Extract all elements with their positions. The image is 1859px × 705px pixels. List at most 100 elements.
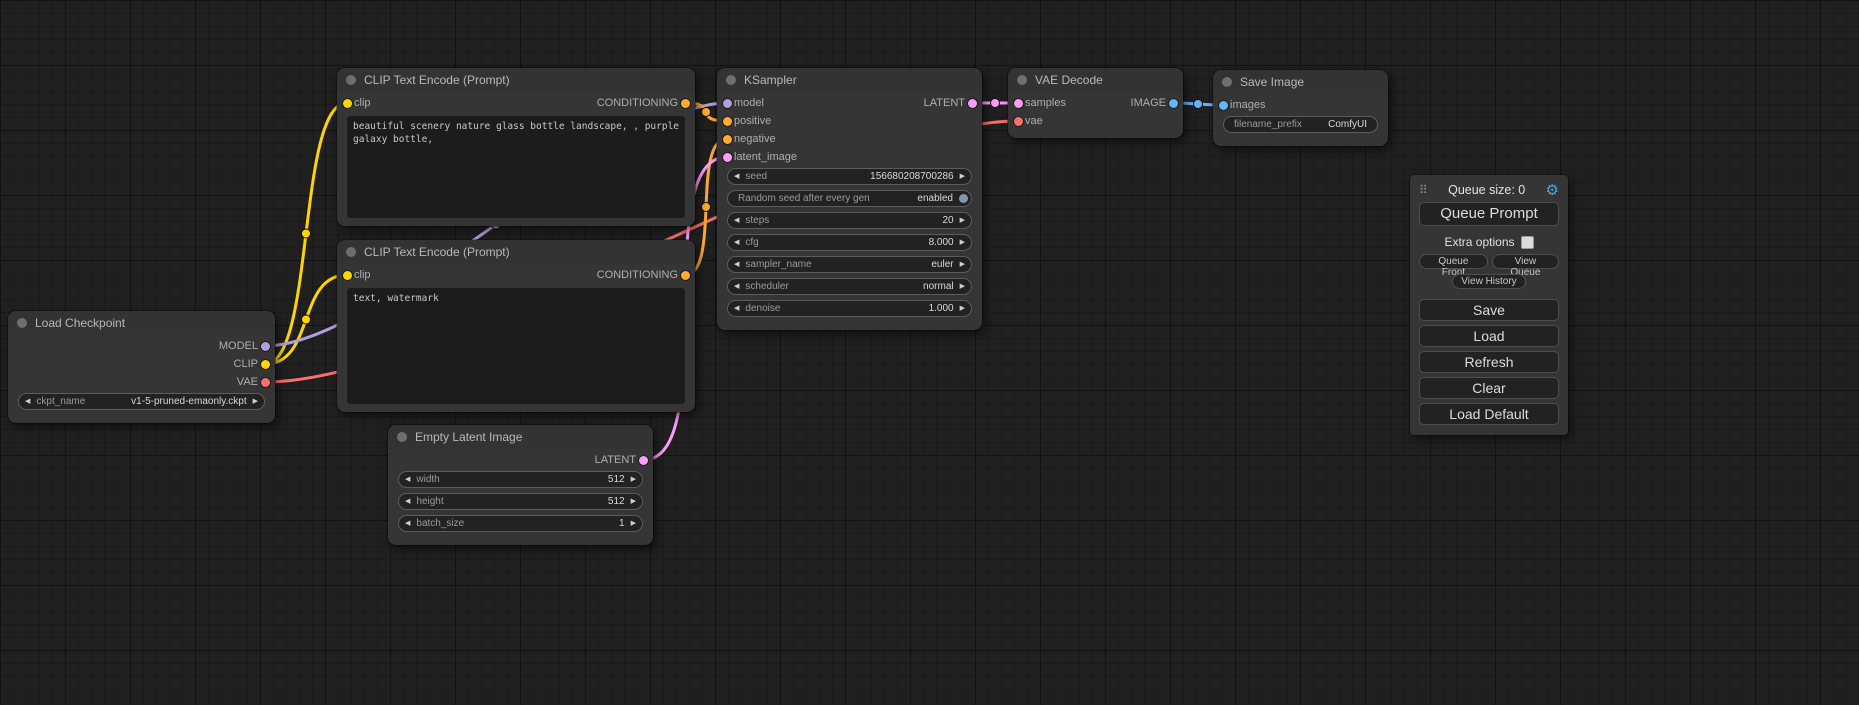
denoise-widget[interactable]: ◀ denoise 1.000 ▶	[727, 300, 972, 317]
node-ksampler[interactable]: KSampler model LATENT positive negative …	[717, 68, 982, 330]
right-arrow-icon[interactable]: ▶	[625, 472, 642, 487]
left-arrow-icon[interactable]: ◀	[399, 494, 416, 509]
collapse-icon[interactable]	[1017, 75, 1027, 85]
left-arrow-icon[interactable]: ◀	[399, 516, 416, 531]
width-widget[interactable]: ◀ width 512 ▶	[398, 471, 643, 488]
slot-row: latent_image	[717, 148, 982, 166]
widget-label: batch_size	[416, 518, 464, 529]
drag-handle-icon[interactable]: ⠿	[1419, 183, 1428, 197]
collapse-icon[interactable]	[17, 318, 27, 328]
negative-input-port[interactable]	[723, 135, 732, 144]
save-button[interactable]: Save	[1419, 299, 1559, 321]
left-arrow-icon[interactable]: ◀	[19, 394, 36, 409]
conditioning-output-port[interactable]	[681, 271, 690, 280]
node-graph-canvas[interactable]: Load Checkpoint MODEL CLIP VAE ◀ ckpt_na…	[0, 0, 1859, 705]
node-title: VAE Decode	[1035, 73, 1103, 87]
clip-output-port[interactable]	[261, 360, 270, 369]
node-empty-latent-image[interactable]: Empty Latent Image LATENT ◀ width 512 ▶ …	[388, 425, 653, 545]
clip-input-port[interactable]	[343, 271, 352, 280]
right-arrow-icon[interactable]: ▶	[954, 301, 971, 316]
images-input-port[interactable]	[1219, 101, 1228, 110]
slot-row: vae	[1008, 112, 1183, 130]
view-history-button[interactable]: View History	[1452, 274, 1525, 289]
left-arrow-icon[interactable]: ◀	[728, 301, 745, 316]
slot-row: negative	[717, 130, 982, 148]
right-arrow-icon[interactable]: ▶	[625, 516, 642, 531]
widget-label: scheduler	[745, 281, 788, 292]
collapse-icon[interactable]	[1222, 77, 1232, 87]
node-vae-decode[interactable]: VAE Decode samples IMAGE vae	[1008, 68, 1183, 138]
input-label: positive	[734, 115, 771, 127]
scheduler-widget[interactable]: ◀ scheduler normal ▶	[727, 278, 972, 295]
widget-value: ComfyUI	[1328, 119, 1367, 130]
random-seed-toggle-widget[interactable]: Random seed after every gen enabled	[727, 190, 972, 207]
queue-prompt-button[interactable]: Queue Prompt	[1419, 202, 1559, 226]
right-arrow-icon[interactable]: ▶	[954, 279, 971, 294]
collapse-icon[interactable]	[346, 75, 356, 85]
left-arrow-icon[interactable]: ◀	[728, 169, 745, 184]
latent-output-port[interactable]	[968, 99, 977, 108]
right-arrow-icon[interactable]: ▶	[247, 394, 264, 409]
sampler-name-widget[interactable]: ◀ sampler_name euler ▶	[727, 256, 972, 273]
output-label: VAE	[237, 376, 258, 388]
left-arrow-icon[interactable]: ◀	[728, 213, 745, 228]
negative-prompt-textarea[interactable]: text, watermark	[347, 288, 685, 404]
positive-prompt-textarea[interactable]: beautiful scenery nature glass bottle la…	[347, 116, 685, 218]
left-arrow-icon[interactable]: ◀	[728, 279, 745, 294]
model-input-port[interactable]	[723, 99, 732, 108]
filename-prefix-widget[interactable]: filename_prefix ComfyUI	[1223, 116, 1378, 133]
right-arrow-icon[interactable]: ▶	[954, 235, 971, 250]
load-default-button[interactable]: Load Default	[1419, 403, 1559, 425]
collapse-icon[interactable]	[346, 247, 356, 257]
latent-image-input-port[interactable]	[723, 153, 732, 162]
output-label: IMAGE	[1131, 97, 1166, 109]
vae-output-port[interactable]	[261, 378, 270, 387]
batch-size-widget[interactable]: ◀ batch_size 1 ▶	[398, 515, 643, 532]
widget-label: ckpt_name	[36, 396, 85, 407]
positive-input-port[interactable]	[723, 117, 732, 126]
view-queue-button[interactable]: View Queue	[1492, 254, 1559, 269]
model-output-port[interactable]	[261, 342, 270, 351]
queue-front-button[interactable]: Queue Front	[1419, 254, 1488, 269]
node-title: CLIP Text Encode (Prompt)	[364, 245, 510, 259]
cfg-widget[interactable]: ◀ cfg 8.000 ▶	[727, 234, 972, 251]
widget-label: height	[416, 496, 443, 507]
refresh-button[interactable]: Refresh	[1419, 351, 1559, 373]
vae-input-port[interactable]	[1014, 117, 1023, 126]
right-arrow-icon[interactable]: ▶	[954, 169, 971, 184]
left-arrow-icon[interactable]: ◀	[399, 472, 416, 487]
widget-label: steps	[745, 215, 769, 226]
conditioning-output-port[interactable]	[681, 99, 690, 108]
node-load-checkpoint[interactable]: Load Checkpoint MODEL CLIP VAE ◀ ckpt_na…	[8, 311, 275, 423]
toggle-knob-icon[interactable]	[959, 194, 968, 203]
clip-input-port[interactable]	[343, 99, 352, 108]
clear-button[interactable]: Clear	[1419, 377, 1559, 399]
image-output-port[interactable]	[1169, 99, 1178, 108]
height-widget[interactable]: ◀ height 512 ▶	[398, 493, 643, 510]
output-label: CONDITIONING	[597, 269, 678, 281]
extra-options-checkbox[interactable]	[1521, 236, 1534, 249]
widget-value: 512	[608, 496, 625, 507]
left-arrow-icon[interactable]: ◀	[728, 235, 745, 250]
settings-gear-icon[interactable]: ⚙	[1546, 181, 1559, 199]
node-save-image[interactable]: Save Image images filename_prefix ComfyU…	[1213, 70, 1388, 146]
samples-input-port[interactable]	[1014, 99, 1023, 108]
left-arrow-icon[interactable]: ◀	[728, 257, 745, 272]
seed-widget[interactable]: ◀ seed 156680208700286 ▶	[727, 168, 972, 185]
collapse-icon[interactable]	[397, 432, 407, 442]
node-title-bar: CLIP Text Encode (Prompt)	[337, 68, 695, 92]
ckpt-name-widget[interactable]: ◀ ckpt_name v1-5-pruned-emaonly.ckpt ▶	[18, 393, 265, 410]
latent-output-port[interactable]	[639, 456, 648, 465]
right-arrow-icon[interactable]: ▶	[954, 213, 971, 228]
collapse-icon[interactable]	[726, 75, 736, 85]
input-label: negative	[734, 133, 776, 145]
widget-label: width	[416, 474, 439, 485]
right-arrow-icon[interactable]: ▶	[954, 257, 971, 272]
slot-row: samples IMAGE	[1008, 94, 1183, 112]
node-clip-text-encode-negative[interactable]: CLIP Text Encode (Prompt) clip CONDITION…	[337, 240, 695, 412]
node-clip-text-encode-positive[interactable]: CLIP Text Encode (Prompt) clip CONDITION…	[337, 68, 695, 226]
right-arrow-icon[interactable]: ▶	[625, 494, 642, 509]
load-button[interactable]: Load	[1419, 325, 1559, 347]
widget-value: euler	[931, 259, 953, 270]
steps-widget[interactable]: ◀ steps 20 ▶	[727, 212, 972, 229]
